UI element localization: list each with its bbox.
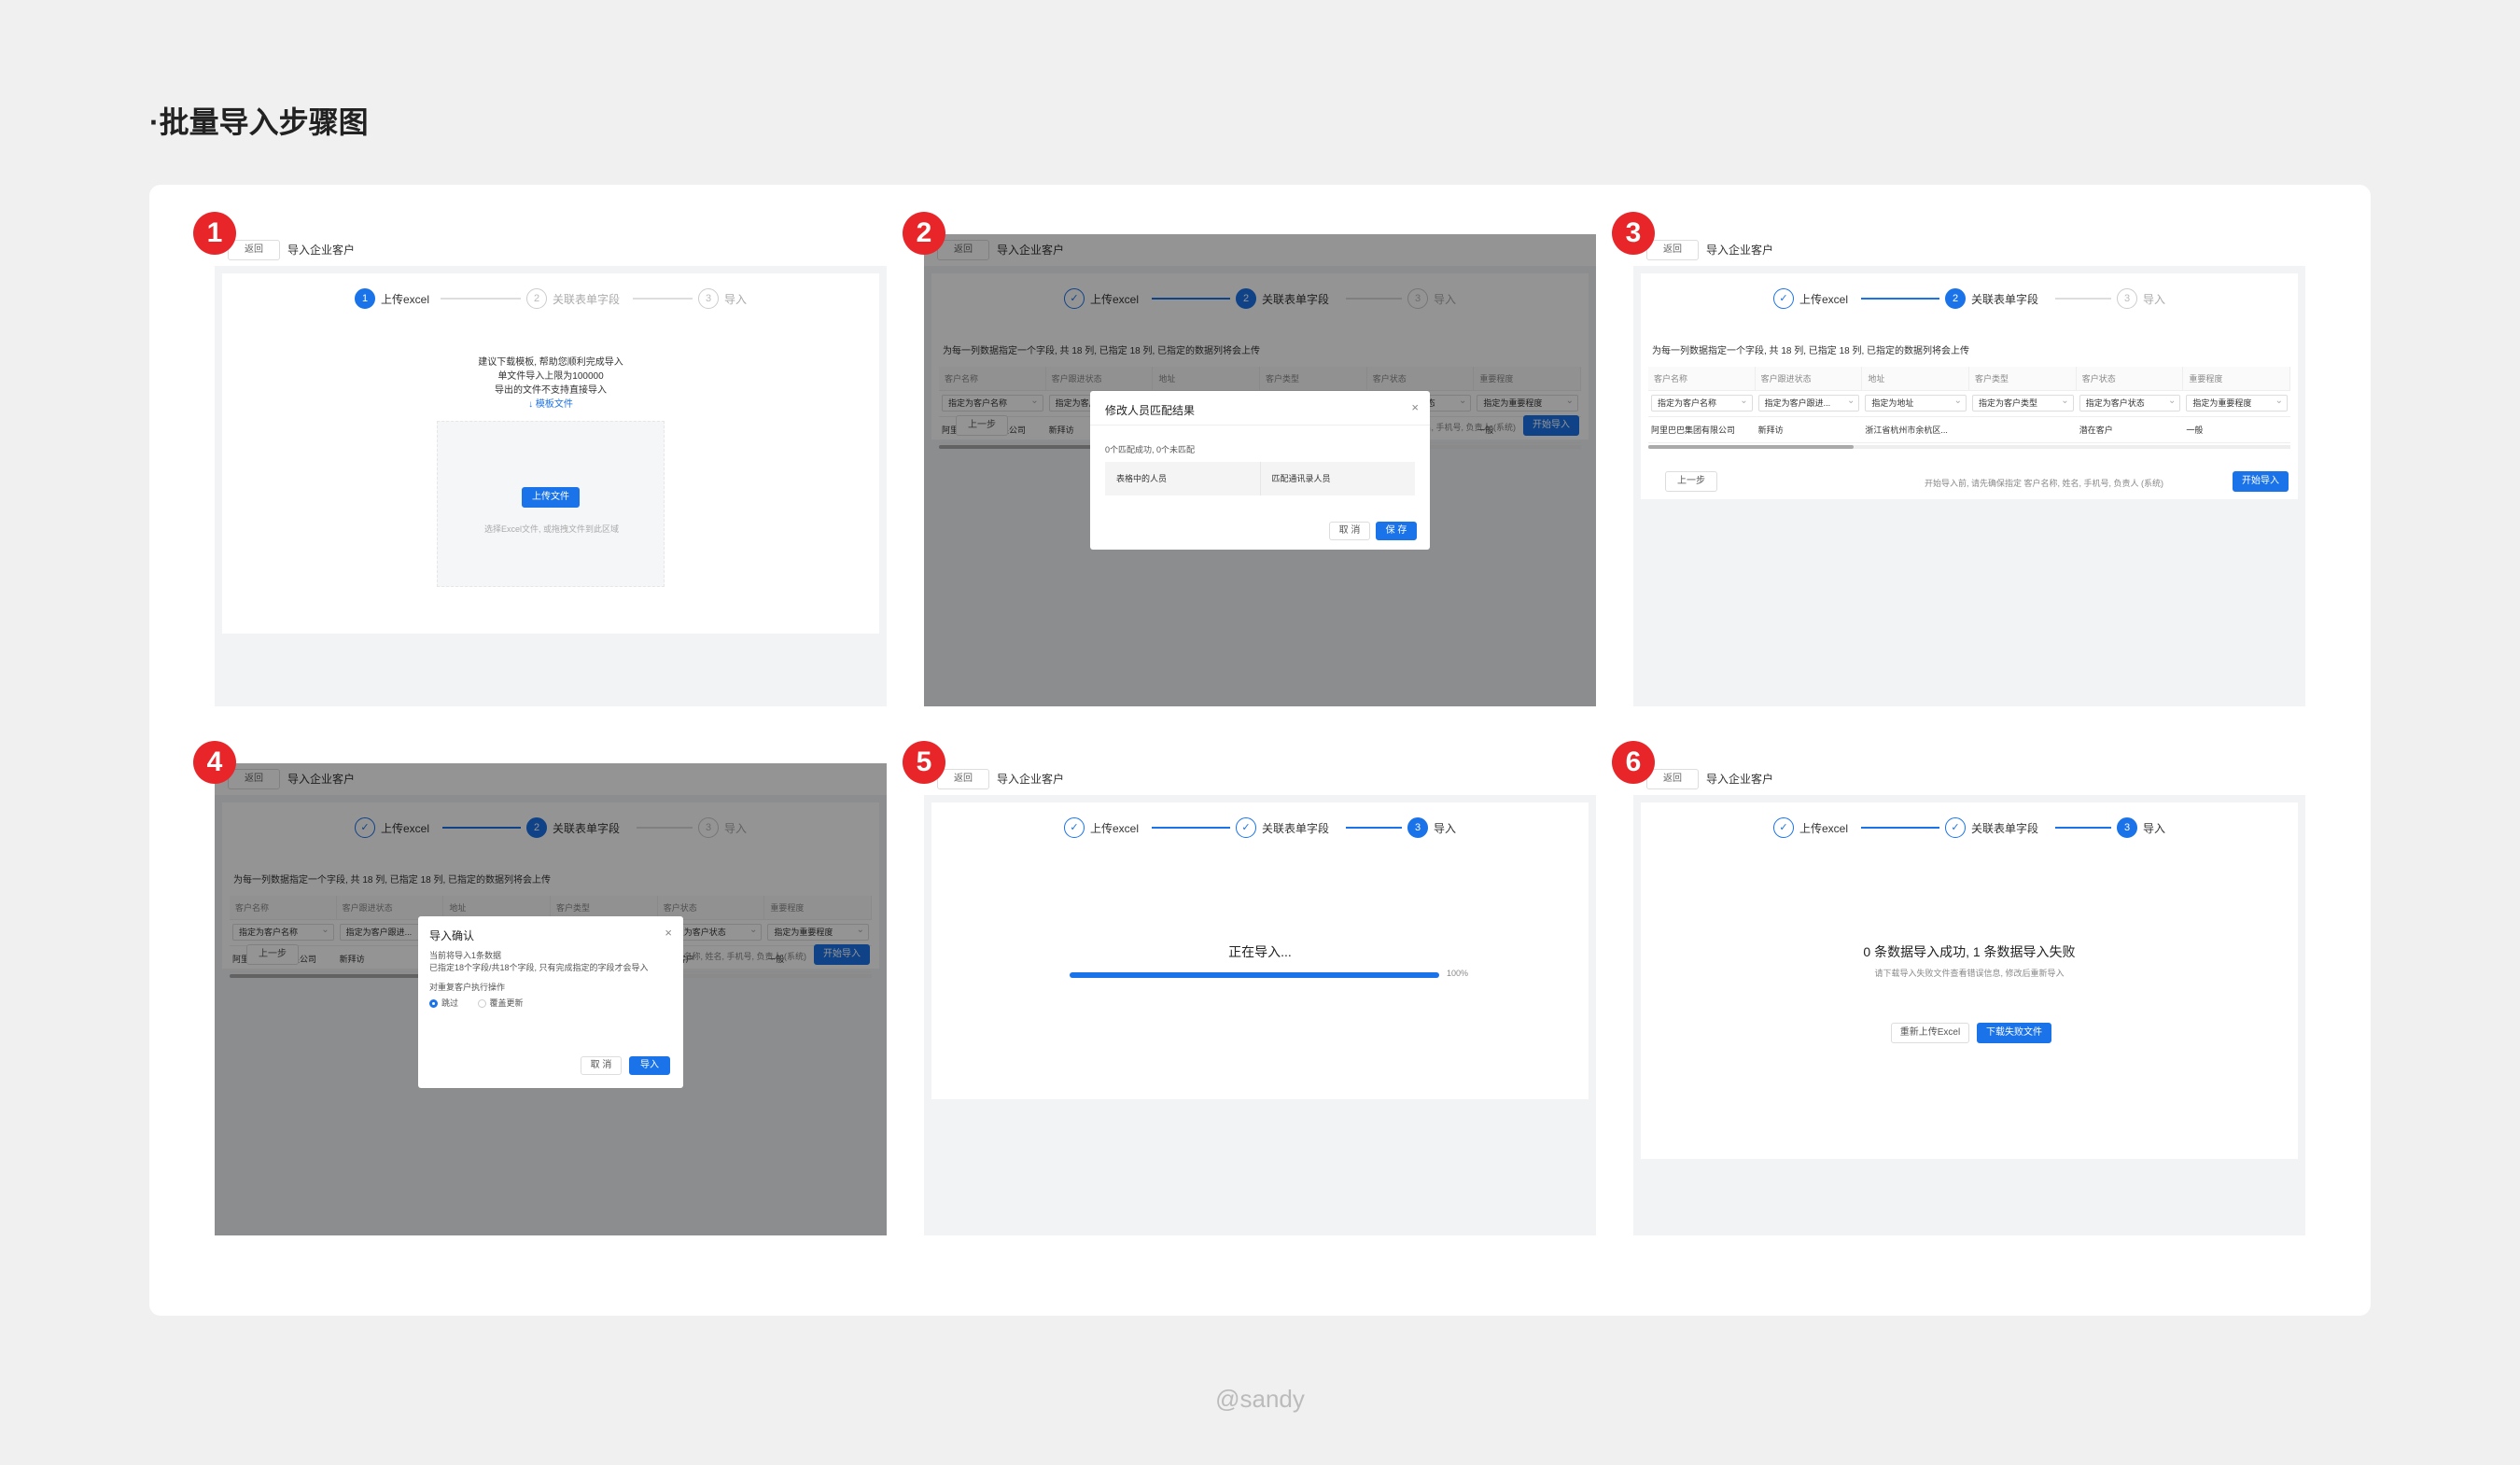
table-row: 阿里巴巴集团有限公司新拜访浙江省杭州市余杭区...潜在客户一般 xyxy=(1648,417,2290,443)
check-icon: ✓ xyxy=(1773,817,1794,838)
import-result: 0 条数据导入成功, 1 条数据导入失败 xyxy=(1863,944,2076,959)
step-badge: 2 xyxy=(903,212,945,255)
step6-panel: ‹返回 导入企业客户 ✓ 上传excel ✓ 关联表单字段 3 xyxy=(1612,741,2305,1235)
field-select[interactable]: 指定为客户类型 xyxy=(1972,394,2074,412)
steps-indicator: ✓ 上传excel ✓ 关联表单字段 3 导入 xyxy=(931,816,1589,840)
steps-indicator: ✓ 上传excel ✓ 关联表单字段 3 导入 xyxy=(1641,816,2298,840)
step3-panel: ‹返回 导入企业客户 ✓ 上传excel 2 关联表单字段 3 xyxy=(1612,212,2305,706)
step-badge: 4 xyxy=(193,741,236,784)
content-area: ✓ 上传excel 2 关联表单字段 3 导入 为每一列数据指定一个字段, 共 … xyxy=(1641,273,2298,499)
match-table-header: 表格中的人员 匹配通讯录人员 xyxy=(1105,462,1415,495)
close-icon[interactable]: × xyxy=(665,926,672,940)
bar-title: 导入企业客户 xyxy=(287,244,356,257)
table-row: 指定为客户名称指定为客户跟进... 指定为地址指定为客户类型指定为客户状态指定为重… xyxy=(1648,391,2290,417)
step-badge: 5 xyxy=(903,741,945,784)
start-import-button[interactable]: 开始导入 xyxy=(2233,471,2289,492)
template-download-link[interactable]: ↓ 模板文件 xyxy=(222,398,879,412)
save-button[interactable]: 保 存 xyxy=(1376,522,1417,540)
progress-percent: 100% xyxy=(1447,969,1469,978)
instructions: 建议下载模板, 帮助您顺利完成导入 单文件导入上限为100000 导出的文件不支… xyxy=(222,356,879,412)
download-failed-button[interactable]: 下载失败文件 xyxy=(1977,1023,2051,1043)
skip-radio[interactable]: 跳过 xyxy=(429,998,458,1009)
field-select[interactable]: 指定为客户名称 xyxy=(1651,394,1753,412)
check-icon: ✓ xyxy=(1064,817,1085,838)
step-upload: 1 上传excel xyxy=(355,286,429,311)
credit: @sandy xyxy=(1215,1385,1305,1413)
back-button[interactable]: ‹返回 xyxy=(219,240,280,260)
content-area: 1 上传excel 2 关联表单字段 3 导入 建议下载模板, 帮助您顺利完成导… xyxy=(222,273,879,634)
field-select[interactable]: 指定为重要程度 xyxy=(2186,394,2289,412)
step-import: 3 导入 xyxy=(698,286,747,311)
step4-panel: ‹返回 导入企业客户 ✓ 上传excel 2 关联表单字段 3 xyxy=(193,741,887,1235)
field-table: 客户名称客户跟进状态地址客户类型客户状态重要程度 指定为客户名称指定为客户跟进.… xyxy=(1648,367,2291,449)
match-result-modal: 修改人员匹配结果 × 0个匹配成功, 0个未匹配 表格中的人员 匹配通讯录人员 … xyxy=(1090,391,1430,550)
import-button[interactable]: 导入 xyxy=(629,1056,670,1075)
step5-panel: ‹返回 导入企业客户 ✓ 上传excel ✓ 关联表单字段 3 xyxy=(903,741,1596,1235)
cover-radio[interactable]: 覆盖更新 xyxy=(477,998,524,1009)
table-scrollbar[interactable] xyxy=(1648,445,2290,449)
content-area: ✓ 上传excel ✓ 关联表单字段 3 导入 正在导入... 100% xyxy=(931,802,1589,1099)
step-badge: 1 xyxy=(193,212,236,255)
reupload-button[interactable]: 重新上传Excel xyxy=(1891,1023,1969,1043)
step-fields: 2 关联表单字段 xyxy=(526,286,620,311)
field-select[interactable]: 指定为客户跟进... xyxy=(1757,394,1860,412)
content-area: ✓ 上传excel ✓ 关联表单字段 3 导入 0 条数据导入成功, 1 条数据… xyxy=(1641,802,2298,1159)
upload-dropzone[interactable]: 上传文件 选择Excel文件, 或拖拽文件到此区域 xyxy=(437,421,665,587)
field-select[interactable]: 指定为地址 xyxy=(1865,394,1967,412)
check-icon: ✓ xyxy=(1236,817,1256,838)
check-icon: ✓ xyxy=(1945,817,1966,838)
steps-indicator: 1 上传excel 2 关联表单字段 3 导入 xyxy=(222,286,879,311)
import-confirm-modal: 导入确认 × 当前将导入1条数据 已指定18个字段/共18个字段, 只有完成指定… xyxy=(418,916,683,1088)
upload-button[interactable]: 上传文件 xyxy=(522,487,580,508)
steps-indicator: ✓ 上传excel 2 关联表单字段 3 导入 xyxy=(1641,286,2298,311)
step-badge: 6 xyxy=(1612,741,1655,784)
steps-card: ‹返回 导入企业客户 1 上传excel 2 关联表单字段 3 xyxy=(149,185,2371,1316)
step-badge: 3 xyxy=(1612,212,1655,255)
back-button[interactable]: ‹返回 xyxy=(1638,240,1699,260)
prev-button[interactable]: 上一步 xyxy=(1665,471,1717,492)
page-title: ·批量导入步骤图 xyxy=(149,105,369,139)
cancel-button[interactable]: 取 消 xyxy=(1329,522,1370,540)
check-icon: ✓ xyxy=(1773,288,1794,309)
back-button[interactable]: ‹返回 xyxy=(1638,769,1699,789)
back-button[interactable]: ‹返回 xyxy=(929,769,989,789)
import-progress xyxy=(1070,972,1439,978)
import-status: 正在导入... xyxy=(1228,944,1292,959)
cancel-button[interactable]: 取 消 xyxy=(581,1056,622,1075)
step1-panel: ‹返回 导入企业客户 1 上传excel 2 关联表单字段 3 xyxy=(193,212,887,706)
field-select[interactable]: 指定为客户状态 xyxy=(2079,394,2181,412)
close-icon[interactable]: × xyxy=(1411,400,1419,414)
step2-panel: ‹返回 导入企业客户 ✓ 上传excel 2 关联表单字段 3 xyxy=(903,212,1596,706)
top-bar: ‹返回 导入企业客户 xyxy=(215,234,887,266)
